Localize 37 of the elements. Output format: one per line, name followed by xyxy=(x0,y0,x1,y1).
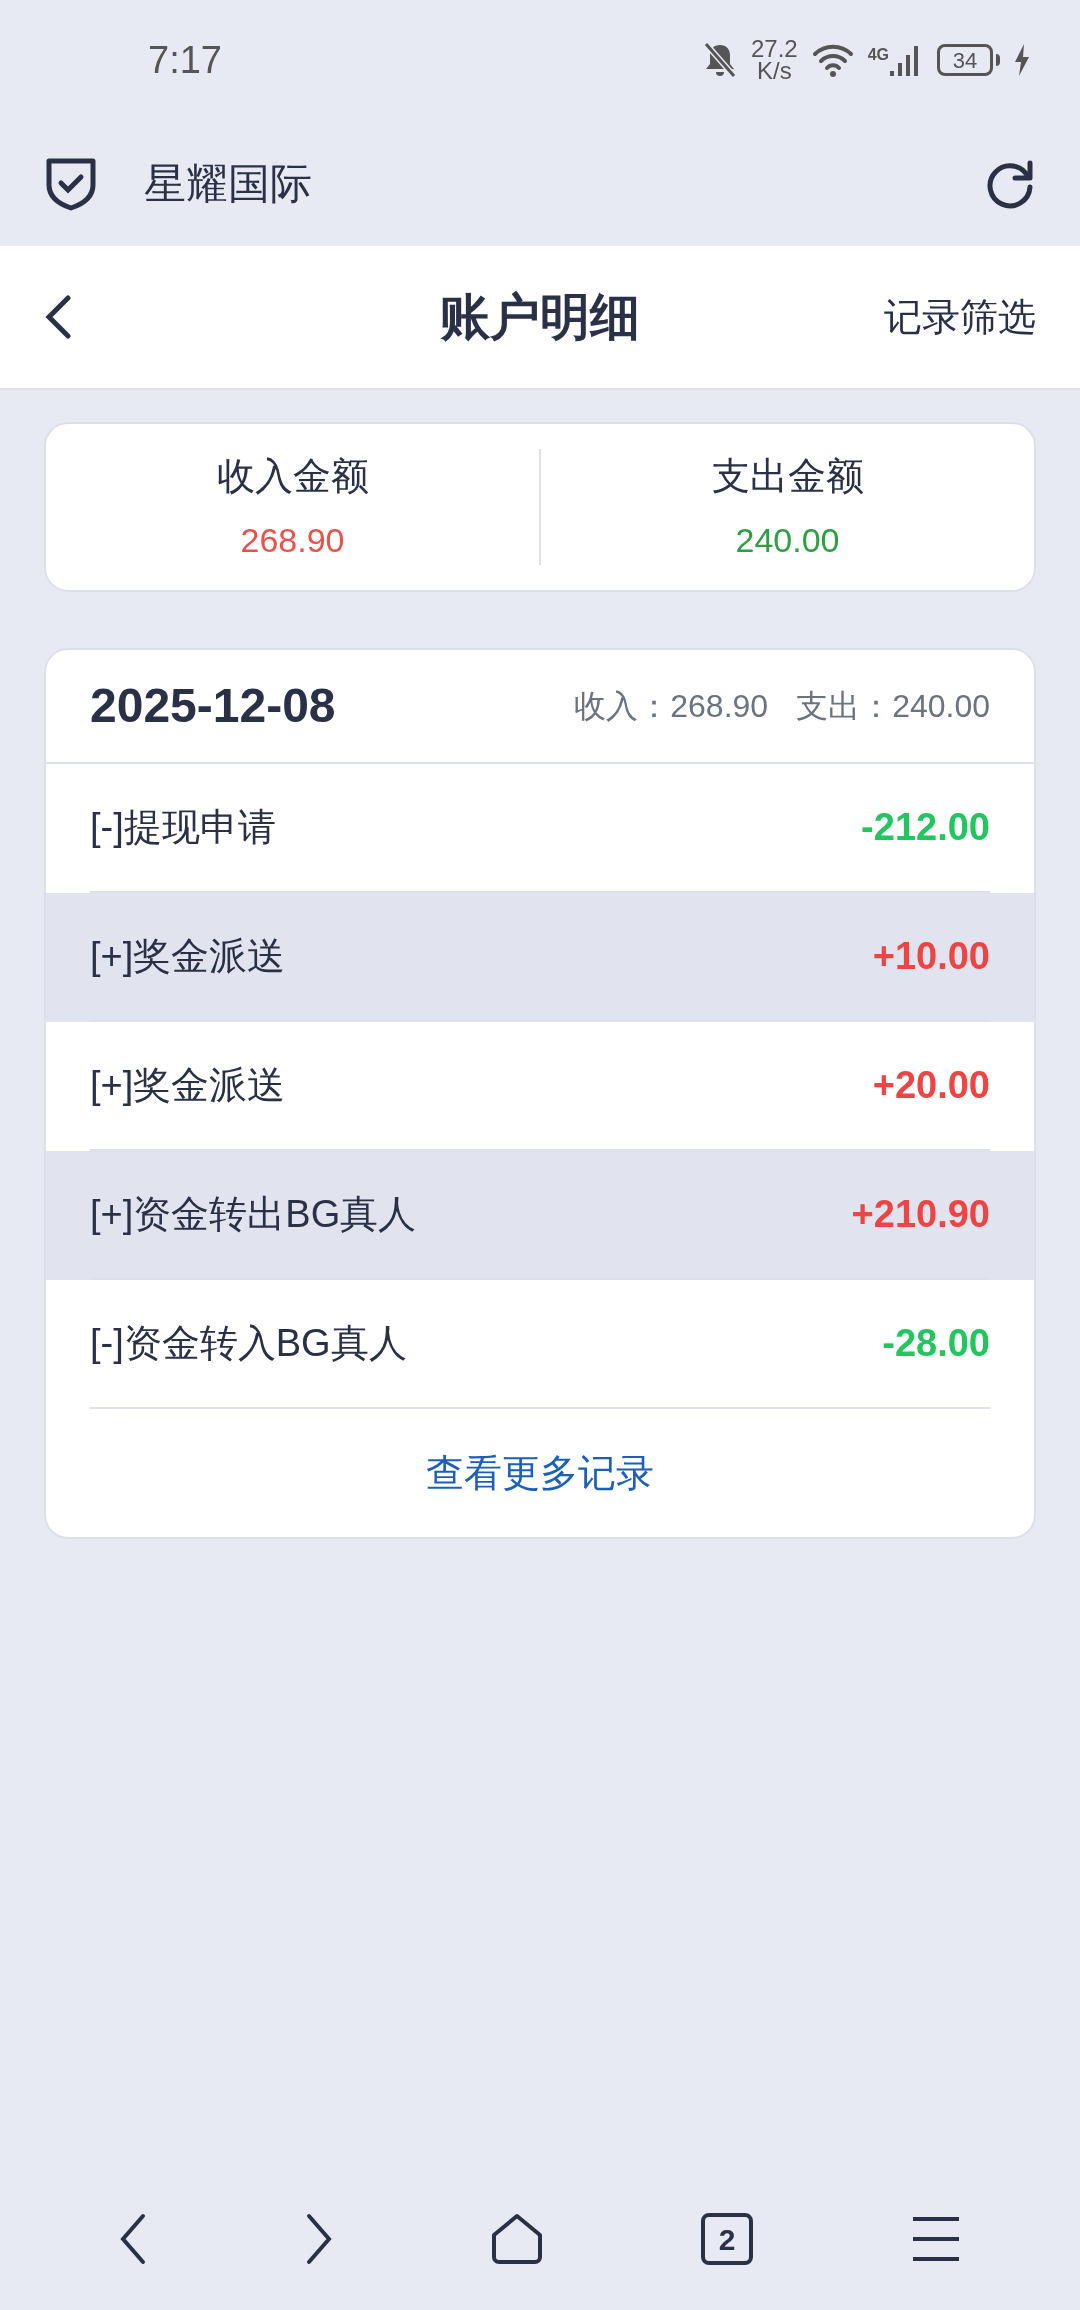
record-name: [+]奖金派送 xyxy=(90,934,286,979)
record-amount: +210.90 xyxy=(851,1192,990,1237)
filter-button[interactable]: 记录筛选 xyxy=(884,288,1036,346)
back-icon[interactable] xyxy=(44,295,72,339)
back-icon[interactable] xyxy=(119,2213,147,2265)
record-amount: +20.00 xyxy=(872,1063,990,1108)
home-icon[interactable] xyxy=(491,2213,543,2265)
network-type: 4G xyxy=(867,45,889,65)
status-time: 7:17 xyxy=(148,37,222,83)
tabs-count-button[interactable]: 2 xyxy=(701,2213,753,2265)
summary-amount: 240.00 xyxy=(735,520,840,561)
network-speed: 27.2 xyxy=(750,38,798,60)
day-expense: 支出：240.00 xyxy=(796,687,990,726)
record-name: [-]提现申请 xyxy=(90,805,276,850)
summary-label: 支出金额 xyxy=(711,454,864,499)
record-name: [+]资金转出BG真人 xyxy=(90,1192,417,1237)
record-amount: -212.00 xyxy=(861,805,990,850)
record-amount: +10.00 xyxy=(872,934,990,979)
menu-icon[interactable] xyxy=(911,2215,961,2263)
record-name: [+]奖金派送 xyxy=(90,1063,286,1108)
record-row[interactable]: [+]资金转出BG真人 +210.90 xyxy=(46,1151,1034,1280)
speed-unit: K/s xyxy=(756,60,792,82)
summary-amount: 268.90 xyxy=(240,520,345,561)
wifi-icon xyxy=(811,42,854,78)
record-amount: -28.00 xyxy=(882,1321,990,1366)
battery-indicator: 34 xyxy=(937,44,1000,76)
record-date: 2025-12-08 xyxy=(90,678,336,734)
record-row[interactable]: [+]奖金派送 +10.00 xyxy=(46,893,1034,1022)
site-title: 星耀国际 xyxy=(144,158,312,209)
forward-icon[interactable] xyxy=(305,2213,333,2265)
bell-muted-icon xyxy=(702,41,737,79)
summary-label: 收入金额 xyxy=(216,454,369,499)
record-name: [-]资金转入BG真人 xyxy=(90,1321,407,1366)
charging-icon xyxy=(1014,44,1030,76)
page-title: 账户明细 xyxy=(440,287,640,347)
day-income: 收入：268.90 xyxy=(574,687,769,726)
more-records-link[interactable]: 查看更多记录 xyxy=(426,1444,654,1502)
